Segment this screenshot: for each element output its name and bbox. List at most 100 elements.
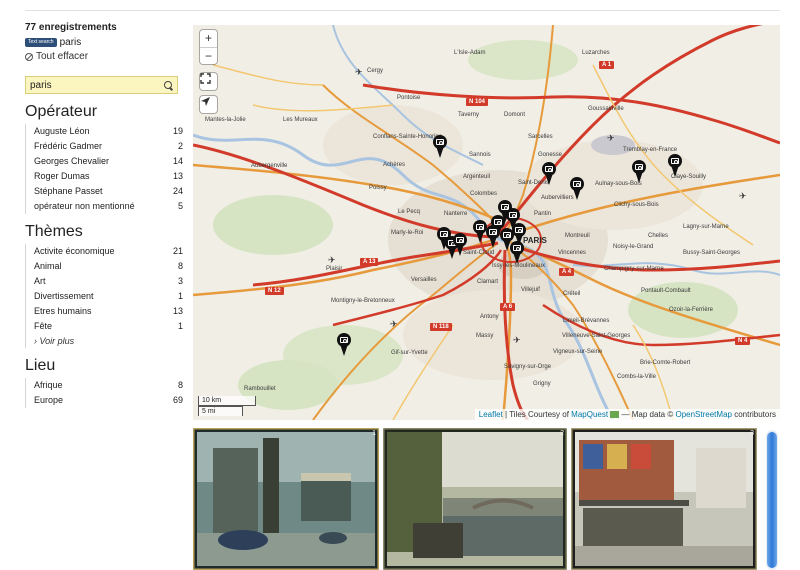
facet-themes: Thèmes Activite économique 21 Animal 8 Art…: [25, 223, 183, 348]
road-shield: N 118: [430, 323, 452, 331]
photo-marker[interactable]: [486, 225, 500, 249]
leaflet-link[interactable]: Leaflet: [479, 410, 503, 419]
map-view[interactable]: L'Isle-Adam Luzarches Cergy Pontoise Man…: [193, 25, 780, 420]
facet-item[interactable]: Georges Chevalier 14: [34, 154, 183, 169]
facet-label: Divertissement: [34, 291, 94, 301]
thumbnail-scrollbar[interactable]: [766, 430, 778, 570]
active-filter: Text search paris: [25, 37, 183, 48]
facet-count: 2: [177, 141, 183, 151]
photo-marker[interactable]: [542, 162, 556, 186]
facet-label: opérateur non mentionné: [34, 201, 135, 211]
top-divider: [25, 10, 780, 11]
search-icon[interactable]: [164, 80, 173, 90]
road-shield: A 6: [500, 303, 516, 311]
map-attribution: Leaflet | Tiles Courtesy of MapQuest — M…: [474, 409, 780, 420]
airport-icon: ✈: [390, 319, 398, 329]
attribution-text: — Map data ©: [621, 410, 674, 419]
facet-count: 5: [177, 201, 183, 211]
photo-thumbnail[interactable]: 1: [193, 428, 379, 570]
facet-count: 69: [172, 395, 183, 405]
clear-icon: [25, 52, 33, 61]
place-label: Taverny: [458, 112, 480, 118]
mapquest-link[interactable]: MapQuest: [571, 410, 608, 419]
facet-item[interactable]: Afrique 8: [34, 378, 183, 393]
photo-thumbnail[interactable]: 3: [571, 428, 757, 570]
facet-item[interactable]: Stéphane Passet 24: [34, 184, 183, 199]
record-count: 77 enregistrements: [25, 22, 117, 33]
place-label: Sannois: [469, 152, 491, 158]
locate-icon: [201, 97, 210, 106]
place-label: Cergy: [367, 68, 384, 74]
place-label: Grigny: [533, 381, 551, 387]
place-label: Massy: [476, 333, 494, 339]
place-label: Tremblay-en-France: [623, 147, 678, 153]
see-more-link[interactable]: › Voir plus: [34, 334, 183, 348]
place-label: Gonesse: [538, 152, 563, 158]
facet-item[interactable]: Activite économique 21: [34, 244, 183, 259]
photo-marker[interactable]: [570, 177, 584, 201]
facet-item[interactable]: Roger Dumas 13: [34, 169, 183, 184]
facet-item[interactable]: Divertissement 1: [34, 289, 183, 304]
scrollbar-thumb[interactable]: [767, 432, 777, 568]
facet-item[interactable]: Frédéric Gadmer 2: [34, 139, 183, 154]
place-label: Chelles: [648, 233, 669, 239]
facet-label: Europe: [34, 395, 64, 405]
place-label: Goussainville: [588, 106, 624, 112]
thumbnail-number: 3: [750, 430, 754, 437]
photo-marker[interactable]: [632, 160, 646, 184]
facet-list: Auguste Léon 19 Frédéric Gadmer 2 Georges …: [25, 124, 183, 214]
place-label: Montreuil: [565, 233, 590, 239]
facet-label: Fête: [34, 321, 53, 331]
autochrome-photo: [193, 428, 379, 570]
place-label: Créteil: [563, 291, 581, 297]
zoom-in-button[interactable]: +: [200, 30, 217, 47]
facet-count: 14: [172, 156, 183, 166]
place-label-paris: PARIS: [523, 236, 547, 245]
road-shield: A 4: [559, 268, 575, 276]
place-label: Villejuif: [521, 287, 540, 293]
facet-item[interactable]: Art 3: [34, 274, 183, 289]
place-label: L'Isle-Adam: [454, 50, 486, 56]
place-label: Pontault-Combault: [641, 288, 691, 294]
facet-sidebar: 77 enregistrements Text search paris Tou…: [25, 22, 183, 408]
photo-marker[interactable]: [453, 233, 467, 257]
photo-marker[interactable]: [668, 154, 682, 178]
photo-marker[interactable]: [510, 241, 524, 265]
facet-list: Activite économique 21 Animal 8 Art 3 Diver…: [25, 244, 183, 348]
photo-marker[interactable]: [433, 135, 447, 159]
photo-marker[interactable]: [473, 220, 487, 244]
camera-icon: [545, 166, 553, 172]
facet-item[interactable]: opérateur non mentionné 5: [34, 199, 183, 214]
facet-item[interactable]: Etres humains 13: [34, 304, 183, 319]
facet-label: Activite économique: [34, 246, 115, 256]
photo-thumbnail[interactable]: 2: [383, 428, 567, 570]
osm-link[interactable]: OpenStreetMap: [675, 410, 731, 419]
active-filter-value: paris: [59, 37, 82, 48]
autochrome-photo: [571, 428, 757, 570]
locate-button[interactable]: [200, 96, 217, 113]
facet-item[interactable]: Fête 1: [34, 319, 183, 334]
search-box: [25, 76, 178, 94]
facet-label: Roger Dumas: [34, 171, 90, 181]
place-label: Argenteuil: [463, 174, 491, 180]
place-label: Noisy-le-Grand: [613, 244, 654, 250]
zoom-out-button[interactable]: −: [200, 47, 217, 64]
clear-all-link[interactable]: Tout effacer: [25, 51, 183, 62]
attribution-text: | Tiles Courtesy of: [505, 410, 569, 419]
autochrome-photo: [383, 428, 567, 570]
place-label: Clamart: [477, 279, 499, 285]
facet-item[interactable]: Auguste Léon 19: [34, 124, 183, 139]
place-label: Lagny-sur-Marne: [683, 224, 729, 230]
place-label: Rambouillet: [244, 386, 276, 392]
place-label: Champigny-sur-Marne: [604, 266, 664, 272]
search-input[interactable]: [30, 79, 164, 91]
facet-label: Art: [34, 276, 46, 286]
facet-item[interactable]: Animal 8: [34, 259, 183, 274]
photo-marker[interactable]: [337, 333, 351, 357]
clear-all-label: Tout effacer: [36, 51, 89, 62]
place-label: Bussy-Saint-Georges: [683, 250, 741, 256]
fullscreen-button[interactable]: [200, 73, 217, 90]
filter-type-badge: Text search: [25, 38, 57, 47]
facet-title: Opérateur: [25, 103, 98, 120]
facet-item[interactable]: Europe 69: [34, 393, 183, 408]
